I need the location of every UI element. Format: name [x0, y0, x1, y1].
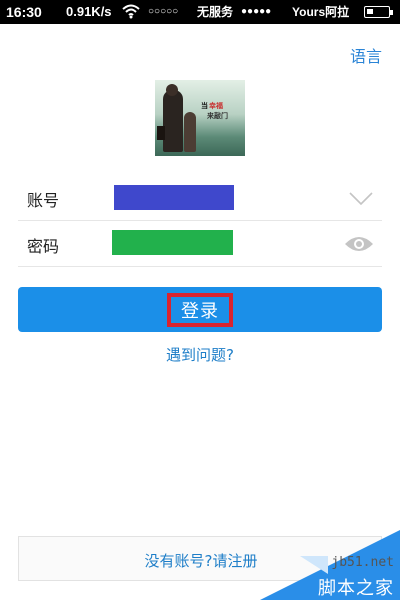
avatar-figure-head	[166, 84, 178, 96]
chevron-down-icon[interactable]	[349, 192, 373, 206]
watermark-fold	[300, 556, 328, 574]
avatar-figure-girl	[184, 112, 196, 152]
avatar: 当 幸福 来敲门	[155, 80, 245, 156]
account-field[interactable]	[114, 185, 234, 210]
carrier-name: Yours阿拉	[292, 5, 350, 19]
avatar-figure-bag	[157, 126, 165, 140]
status-time: 16:30	[6, 4, 42, 20]
avatar-caption-1: 当	[201, 102, 208, 110]
watermark-brand: 脚本之家	[318, 578, 394, 599]
account-label: 账号	[27, 191, 60, 210]
language-link[interactable]: 语言	[350, 43, 382, 67]
login-label: 登录	[181, 301, 219, 321]
eye-icon[interactable]	[344, 235, 374, 253]
password-row: 密码	[18, 221, 382, 267]
wifi-icon	[122, 3, 140, 23]
account-row: 账号	[18, 175, 382, 221]
help-link[interactable]: 遇到问题?	[0, 344, 400, 365]
battery-icon	[364, 6, 393, 18]
password-label: 密码	[27, 237, 60, 256]
status-bar: 16:30 0.91K/s ○○○○○ 无服务 ●●●●● Yours阿拉	[0, 0, 400, 24]
password-field[interactable]	[112, 230, 233, 255]
network-speed: 0.91K/s	[66, 4, 112, 19]
sim1-signal-icon: ○○○○○	[148, 6, 179, 17]
avatar-caption-2: 幸福	[209, 102, 223, 110]
sim2-signal-icon: ●●●●●	[241, 6, 272, 17]
no-service-label: 无服务	[197, 5, 234, 19]
avatar-figure-man	[163, 90, 183, 152]
battery-level	[367, 9, 373, 14]
avatar-caption-3: 来敲门	[207, 112, 228, 120]
login-button[interactable]: 登录	[18, 287, 382, 332]
watermark-site: jb51.net	[331, 555, 394, 570]
login-highlight-box: 登录	[167, 293, 233, 327]
